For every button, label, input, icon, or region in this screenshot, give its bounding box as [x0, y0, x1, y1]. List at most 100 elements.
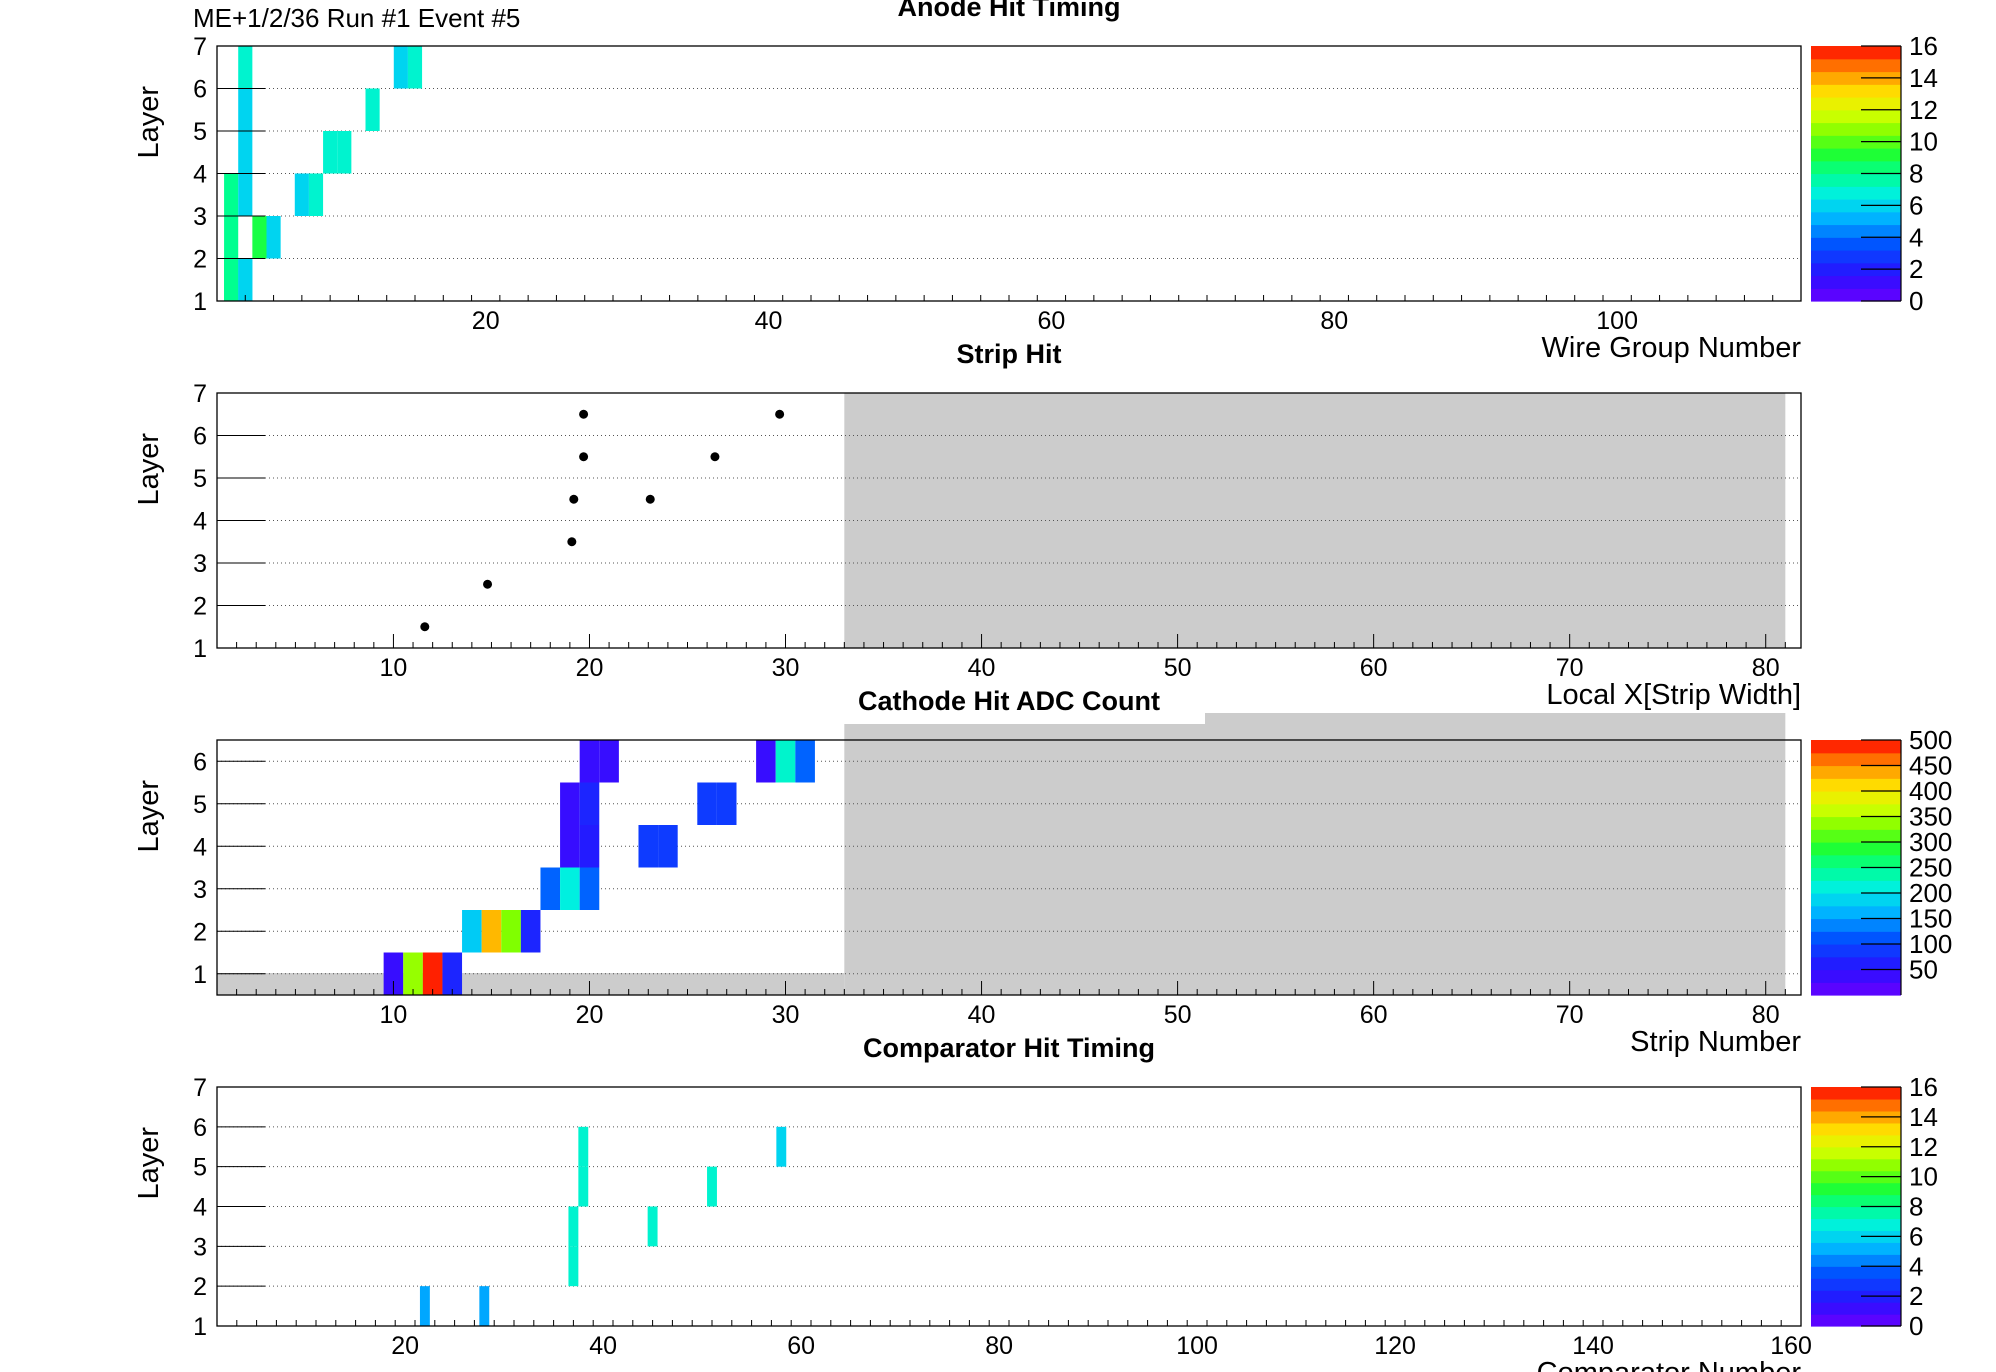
heatmap-cell [403, 952, 423, 995]
chart-title: Strip Hit [957, 339, 1062, 369]
y-tick-label: 6 [193, 76, 207, 104]
heatmap-cell [579, 782, 600, 825]
x-tick-label: 20 [576, 1001, 604, 1029]
colorbar-tick-label: 500 [1909, 725, 1952, 755]
colorbar-segment [1811, 803, 1901, 818]
heatmap-cell [238, 258, 253, 301]
heatmap-cell [756, 740, 776, 783]
x-tick-label: 160 [1770, 1332, 1812, 1360]
y-tick-label: 6 [193, 1114, 207, 1142]
x-tick-label: 100 [1176, 1332, 1218, 1360]
heatmap-cell [323, 131, 338, 174]
colorbar-tick-label: 14 [1909, 63, 1938, 93]
y-tick-label: 3 [193, 550, 207, 578]
colorbar-segment [1811, 160, 1901, 175]
chart-panel: 123456720 40 60 80 100 120 140 160Comparator Hi… [133, 1033, 1938, 1372]
x-tick-label: 80 [1320, 307, 1348, 335]
colorbar-segment [1811, 224, 1901, 238]
chart-panel: 1 2 3 4 5 6 7 10 20 30 40 50 60 70 80 Strip Hit Local X[… [133, 339, 1802, 711]
y-tick-label: 3 [193, 1233, 207, 1261]
y-tick-label: 7 [193, 33, 207, 61]
y-axis-label: Layer [133, 780, 165, 853]
colorbar-segment [1811, 867, 1901, 881]
colorbar-segment [1811, 211, 1901, 226]
colorbar-tick-label: 100 [1909, 929, 1952, 959]
x-tick-label: 30 [772, 1001, 800, 1029]
colorbar-tick-label: 8 [1909, 1192, 1923, 1222]
heatmap-cell [407, 46, 423, 89]
colorbar-segment [1811, 1194, 1901, 1208]
heatmap-cell [238, 131, 253, 174]
y-axis-label: Layer [133, 86, 165, 159]
heatmap-cell [638, 825, 659, 868]
colorbar-segment [1811, 186, 1901, 200]
colorbar-segment [1811, 250, 1901, 264]
colorbar-tick-label: 6 [1909, 1221, 1923, 1251]
heatmap-cell [419, 1286, 430, 1326]
y-tick-label: 2 [193, 918, 207, 946]
colorbar-tick-label: 50 [1909, 955, 1938, 985]
colorbar-segment [1811, 97, 1901, 111]
colorbar-tick-label: 0 [1909, 286, 1923, 316]
heatmap-cell [294, 173, 309, 216]
heatmap-cell [579, 867, 600, 910]
heatmap-cell [224, 216, 239, 259]
y-tick-label: 4 [193, 161, 207, 189]
heatmap-cell [238, 88, 253, 131]
heatmap-cell [560, 867, 580, 910]
heatmap-cell [599, 740, 619, 783]
y-tick-label: 5 [193, 791, 207, 819]
colorbar-segment [1811, 288, 1901, 302]
x-tick-label: 40 [968, 1001, 996, 1029]
y-tick-label: 3 [193, 203, 207, 231]
x-tick-label: 60 [1038, 307, 1066, 335]
heatmap-cell [707, 1166, 717, 1207]
x-tick-label: 60 [1360, 1001, 1388, 1029]
colorbar-tick-label: 2 [1909, 254, 1923, 284]
heatmap-cell [238, 173, 253, 216]
chart-title: Cathode Hit ADC Count [858, 686, 1160, 716]
colorbar-segment [1811, 1087, 1901, 1100]
colorbar-tick-label: 400 [1909, 776, 1952, 806]
colorbar-tick-label: 12 [1909, 1132, 1938, 1162]
x-tick-label: 70 [1556, 654, 1584, 682]
heatmap-cell [647, 1206, 658, 1247]
y-tick-label: 6 [193, 423, 207, 451]
chart-panel: 123456720 40 60 80 100Anode Hit TimingWire G… [133, 0, 1938, 364]
colorbar-segment [1811, 880, 1901, 894]
colorbar-tick-label: 16 [1909, 1072, 1938, 1102]
colorbar-segment [1811, 1254, 1901, 1267]
colorbar-tick-label: 0 [1909, 1311, 1923, 1341]
panels: 123456720 40 60 80 100Anode Hit TimingWire G… [133, 0, 1952, 1372]
inactive-region [844, 740, 1786, 995]
x-tick-label: 50 [1164, 654, 1192, 682]
x-axis-label: Strip Number [1630, 1026, 1801, 1058]
x-tick-label: 50 [1164, 1001, 1192, 1029]
colorbar-segment [1811, 1242, 1901, 1255]
heatmap-cell [224, 258, 239, 301]
colorbar-segment [1811, 1302, 1901, 1315]
scatter-point [420, 622, 430, 632]
y-tick-label: 4 [193, 833, 207, 861]
y-tick-label: 6 [193, 748, 207, 776]
x-tick-label: 30 [772, 654, 800, 682]
heatmap-cell [568, 1206, 579, 1247]
scatter-point [579, 452, 589, 462]
colorbar-tick-label: 4 [1909, 222, 1923, 252]
heatmap-cell [776, 1126, 787, 1167]
y-axis-label: Layer [133, 433, 165, 506]
colorbar-tick-label: 10 [1909, 127, 1938, 157]
x-tick-label: 100 [1596, 307, 1638, 335]
heatmap-cell [224, 173, 239, 216]
colorbar-segment [1811, 237, 1901, 251]
x-tick-label: 80 [985, 1332, 1013, 1360]
y-axis-label: Layer [133, 1127, 165, 1200]
colorbar-segment [1811, 905, 1901, 920]
colorbar-tick-label: 350 [1909, 802, 1952, 832]
heatmap-cell [442, 952, 463, 995]
x-tick-label: 20 [576, 654, 604, 682]
heatmap-cell [540, 867, 561, 910]
colorbar-segment [1811, 275, 1901, 289]
scatter-point [775, 409, 785, 419]
heatmap-cell [560, 782, 580, 825]
